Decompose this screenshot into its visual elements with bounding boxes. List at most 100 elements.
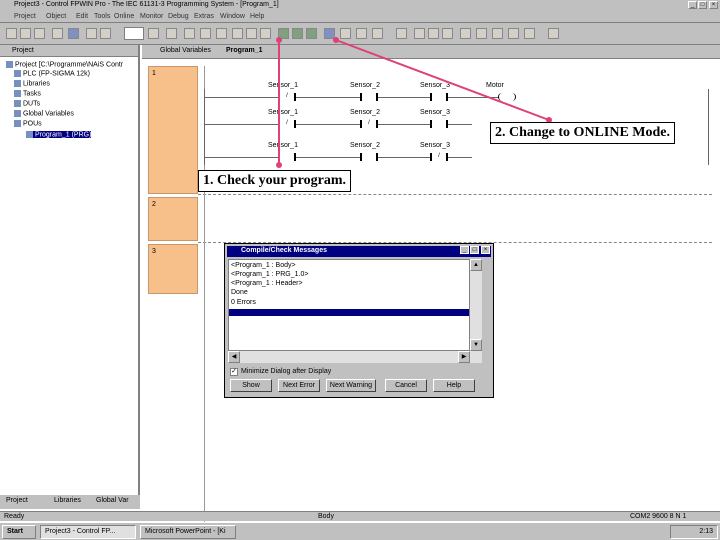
contact-sensor-2[interactable] <box>360 93 378 101</box>
message-line[interactable]: <Program_1 : Body> <box>231 262 296 269</box>
tree-item-program-1[interactable]: Program_1 (PRG) <box>26 131 92 139</box>
dialog-maximize-button[interactable]: □ <box>470 246 479 254</box>
message-line[interactable]: 0 Errors <box>231 299 256 306</box>
tree-item-tasks[interactable]: Tasks <box>14 90 41 97</box>
coil-label: Motor <box>486 82 504 89</box>
tree-item-pous[interactable]: POUs <box>14 120 42 127</box>
line-icon[interactable] <box>476 28 487 39</box>
contact-label: Sensor_1 <box>268 109 298 116</box>
contact-sensor-1[interactable]: / <box>278 93 296 101</box>
task-powerpoint[interactable]: Microsoft PowerPoint - [Ki <box>140 525 236 539</box>
print-icon[interactable] <box>68 28 79 39</box>
copy-icon[interactable] <box>100 28 111 39</box>
save-icon[interactable] <box>34 28 45 39</box>
menu-debug[interactable]: Debug <box>168 13 189 20</box>
build-icon[interactable] <box>292 28 303 39</box>
cancel-button[interactable]: Cancel <box>385 379 427 392</box>
open-icon[interactable] <box>20 28 31 39</box>
menu-project[interactable]: Project <box>14 13 36 20</box>
table-icon[interactable] <box>200 28 211 39</box>
coil-icon[interactable] <box>442 28 453 39</box>
tree-item-libraries[interactable]: Libraries <box>14 80 50 87</box>
menu-monitor[interactable]: Monitor <box>140 13 163 20</box>
help-button[interactable]: Help <box>433 379 475 392</box>
menu-help[interactable]: Help <box>250 13 264 20</box>
menu-extras[interactable]: Extras <box>194 13 214 20</box>
tree-item-label: Libraries <box>23 80 50 88</box>
horizontal-scrollbar[interactable]: ◀ ▶ <box>228 351 470 363</box>
compile-icon[interactable] <box>278 28 289 39</box>
close-button[interactable]: × <box>709 1 718 9</box>
menu-online[interactable]: Online <box>114 13 134 20</box>
message-line[interactable]: <Program_1 : PRG_1.0> <box>231 271 308 278</box>
tree-item-plc[interactable]: PLC (FP-SIGMA 12k) <box>14 70 90 77</box>
network-header-1[interactable] <box>148 66 198 194</box>
next-error-button[interactable]: Next Error <box>278 379 320 392</box>
tree-item-project[interactable]: Project [C:\Programme\NAiS Contr <box>6 61 123 68</box>
scroll-right-icon[interactable]: ▶ <box>458 351 470 363</box>
stop-icon[interactable] <box>372 28 383 39</box>
contact-sensor-3[interactable]: / <box>430 153 448 161</box>
maximize-button[interactable]: □ <box>698 1 707 9</box>
contact-no-icon[interactable] <box>414 28 425 39</box>
menu-edit[interactable]: Edit <box>76 13 88 20</box>
tab-libraries[interactable]: Libraries <box>54 497 81 504</box>
scroll-up-icon[interactable]: ▲ <box>470 259 482 271</box>
message-line[interactable]: Done <box>231 289 248 296</box>
scroll-down-icon[interactable]: ▼ <box>470 339 482 351</box>
new-icon[interactable] <box>6 28 17 39</box>
paste-icon[interactable] <box>148 28 159 39</box>
tab-program-1[interactable]: Program_1 <box>226 47 263 54</box>
branch-icon[interactable] <box>492 28 503 39</box>
dialog-close-button[interactable]: × <box>481 246 490 254</box>
contact-sensor-1[interactable]: / <box>278 120 296 128</box>
message-list[interactable]: <Program_1 : Body> <Program_1 : PRG_1.0>… <box>228 259 470 351</box>
menu-tools[interactable]: Tools <box>94 13 110 20</box>
tab-project[interactable]: Project <box>6 497 28 504</box>
tree-item-duts[interactable]: DUTs <box>14 100 40 107</box>
selected-row-highlight <box>229 309 469 316</box>
vertical-scrollbar[interactable]: ▲ ▼ <box>470 259 482 363</box>
return-icon[interactable] <box>524 28 535 39</box>
help-icon[interactable] <box>548 28 559 39</box>
tree-item-global-variables[interactable]: Global Variables <box>14 110 74 117</box>
grid-icon[interactable] <box>216 28 227 39</box>
download-icon[interactable] <box>306 28 317 39</box>
minimize-button[interactable]: _ <box>688 1 697 9</box>
tab-global-var[interactable]: Global Var <box>96 497 129 504</box>
online-icon[interactable] <box>324 28 335 39</box>
start-button[interactable]: Start <box>2 525 36 539</box>
contact-sensor-3[interactable] <box>430 120 448 128</box>
tab-global-variables[interactable]: Global Variables <box>160 47 211 54</box>
next-warning-button[interactable]: Next Warning <box>326 379 376 392</box>
undo-icon[interactable] <box>246 28 257 39</box>
toggle-icon[interactable] <box>232 28 243 39</box>
menu-window[interactable]: Window <box>220 13 245 20</box>
status-bar: Ready Body COM2 9600 8 N 1 <box>0 511 720 521</box>
dialog-minimize-button[interactable]: _ <box>460 246 469 254</box>
scroll-left-icon[interactable]: ◀ <box>228 351 240 363</box>
show-button[interactable]: Show <box>230 379 272 392</box>
minimize-checkbox[interactable]: ✓ <box>230 368 238 376</box>
status-context: Body <box>318 513 334 520</box>
contact-sensor-2[interactable]: / <box>360 120 378 128</box>
menu-object[interactable]: Object <box>46 13 66 20</box>
task-control-fpwin[interactable]: Project3 - Control FP... <box>40 525 136 539</box>
box-icon[interactable] <box>460 28 471 39</box>
zoom-select[interactable] <box>124 27 144 40</box>
contact-sensor-2[interactable] <box>360 153 378 161</box>
find-icon[interactable] <box>166 28 177 39</box>
cut-icon[interactable] <box>86 28 97 39</box>
monitor-icon[interactable] <box>340 28 351 39</box>
tool-icon[interactable] <box>396 28 407 39</box>
contact-sensor-1[interactable] <box>278 153 296 161</box>
run-icon[interactable] <box>356 28 367 39</box>
message-line[interactable]: <Program_1 : Header> <box>231 280 303 287</box>
contact-nc-icon[interactable] <box>428 28 439 39</box>
redo-icon[interactable] <box>260 28 271 39</box>
contact-sensor-3[interactable] <box>430 93 448 101</box>
jump-icon[interactable] <box>508 28 519 39</box>
variables-icon[interactable] <box>184 28 195 39</box>
object-icon[interactable] <box>52 28 63 39</box>
coil-motor[interactable] <box>498 93 516 101</box>
